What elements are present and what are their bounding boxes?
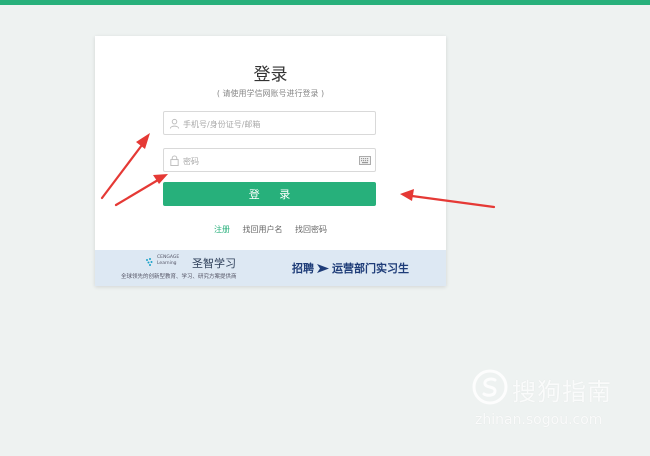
find-username-link[interactable]: 找回用户名 xyxy=(243,225,283,234)
login-button[interactable]: 登 录 xyxy=(163,182,376,206)
cengage-logo-icon xyxy=(146,258,153,266)
top-accent-bar xyxy=(0,0,650,5)
recruit-text: 招聘 运营部门实习生 xyxy=(292,262,409,275)
username-input[interactable] xyxy=(181,114,355,134)
brand-slogan: 全球领先的创新型教育、学习、研究方案提供商 xyxy=(121,274,237,280)
brand-cn-text: 圣智学习 xyxy=(192,257,236,270)
cengage-en-text: CENGAGE Learning xyxy=(157,255,180,266)
sogou-logo-icon xyxy=(472,369,508,405)
watermark-text: 搜狗指南 xyxy=(512,378,612,406)
find-password-link[interactable]: 找回密码 xyxy=(295,225,327,234)
keyboard-icon[interactable] xyxy=(359,156,371,165)
arrow-right-icon xyxy=(317,264,329,273)
recruit-banner[interactable]: CENGAGE Learning 圣智学习 全球领先的创新型教育、学习、研究方案… xyxy=(95,250,446,286)
login-card: 登录 ( 请使用学信网账号进行登录 ) 登 录 注册 找回用户名 xyxy=(95,36,446,286)
register-link[interactable]: 注册 xyxy=(214,225,230,234)
auth-links: 注册 找回用户名 找回密码 xyxy=(95,224,446,235)
page-title: 登录 xyxy=(253,65,288,85)
password-input[interactable] xyxy=(181,151,355,171)
lock-icon xyxy=(170,155,179,166)
password-field[interactable] xyxy=(163,148,376,172)
username-field[interactable] xyxy=(163,111,376,135)
user-icon xyxy=(169,118,180,129)
watermark-url: zhinan.sogou.com xyxy=(475,412,603,428)
page-subtitle: ( 请使用学信网账号进行登录 ) xyxy=(216,89,325,98)
